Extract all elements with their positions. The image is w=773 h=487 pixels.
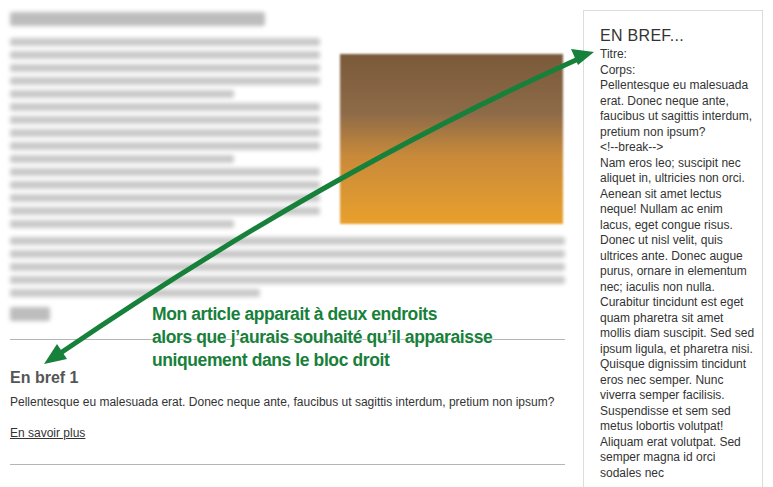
blurred-line: [10, 116, 320, 124]
blurred-line: [10, 168, 320, 176]
blurred-line: [10, 103, 320, 111]
blurred-text: [10, 34, 330, 233]
blurred-line: [10, 250, 565, 258]
blurred-text: [10, 237, 565, 297]
article-column: En bref 1 Pellentesque eu malesuada erat.…: [0, 0, 575, 487]
blurred-line: [10, 276, 565, 284]
article-body: [10, 34, 575, 233]
sidebar-line: Corps:: [600, 63, 756, 79]
blurred-line: [10, 142, 320, 150]
blurred-line: [10, 155, 234, 163]
blurred-line: [10, 207, 320, 215]
sidebar-line: Nam eros leo; suscipit nec aliquet in, u…: [600, 156, 756, 482]
blurred-line: [10, 263, 565, 271]
annotation-line: alors que j’aurais souhaité qu’il appara…: [152, 326, 492, 349]
annotation: Mon article apparait à deux endroitsalor…: [152, 303, 492, 372]
arrow-icon: [0, 0, 773, 487]
blurred-line: [10, 220, 234, 228]
blurred-line: [10, 77, 320, 85]
blurred-line: [10, 129, 320, 137]
blurred-line: [10, 237, 565, 245]
teaser-title[interactable]: En bref 1: [10, 368, 575, 388]
blurred-line: [10, 289, 260, 297]
blurred-line: [10, 194, 320, 202]
sidebar-block: EN BREF... Titre:Corps:Pellentesque eu ma…: [583, 10, 763, 487]
teaser-summary: Pellentesque eu malesuada erat. Donec ne…: [10, 394, 565, 410]
sidebar-line: Titre:: [600, 47, 756, 63]
page: En bref 1 Pellentesque eu malesuada erat.…: [0, 0, 773, 487]
annotation-line: uniquement dans le bloc droit: [152, 349, 492, 372]
divider: [10, 464, 565, 465]
blurred-line: [10, 38, 320, 46]
blurred-line: [10, 64, 320, 72]
sidebar-heading: EN BREF...: [600, 27, 756, 45]
sidebar-line: <!--break-->: [600, 140, 756, 156]
blurred-title: [10, 12, 265, 26]
blurred-line: [10, 181, 320, 189]
sidebar-line: Pellentesque eu malesuada erat. Donec ne…: [600, 78, 756, 140]
article-photo: [340, 54, 563, 224]
blurred-line: [10, 51, 320, 59]
read-more-link[interactable]: En savoir plus: [10, 424, 85, 442]
blurred-line: [10, 90, 234, 98]
blurred-heading: [10, 307, 50, 321]
annotation-line: Mon article apparait à deux endroits: [152, 303, 492, 326]
